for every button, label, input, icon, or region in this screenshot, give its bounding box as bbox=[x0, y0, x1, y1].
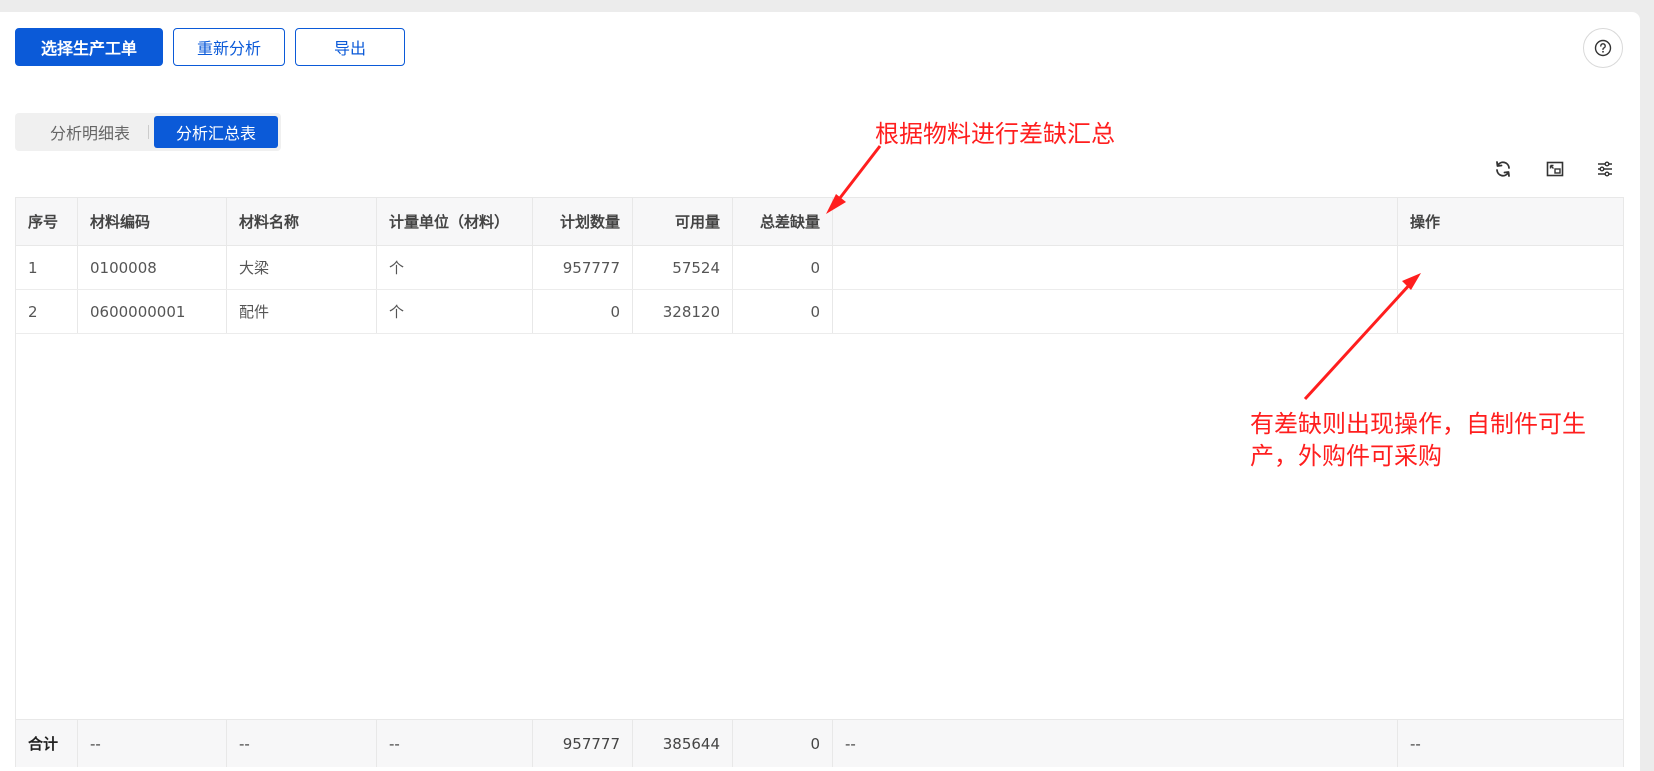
annotation-arrows bbox=[826, 145, 1421, 401]
annotation-arrowhead-operation bbox=[1402, 273, 1421, 290]
annotation-arrowhead-shortage bbox=[826, 194, 846, 214]
annotation-arrow-operation bbox=[1303, 280, 1414, 401]
